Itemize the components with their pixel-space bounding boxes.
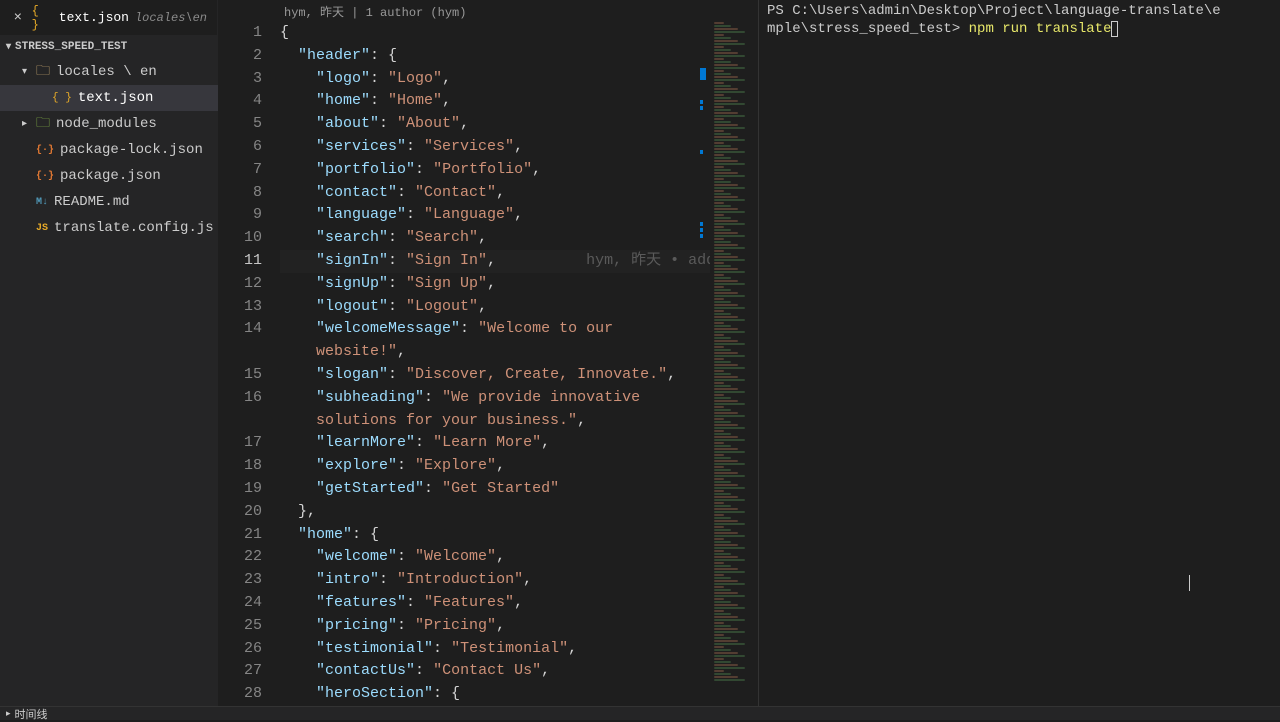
chevron-right-icon: ▸	[6, 709, 11, 719]
line-numbers: 1234567891011121314151617181920212223242…	[218, 22, 280, 706]
terminal[interactable]: PS C:\Users\admin\Desktop\Project\langua…	[758, 0, 1280, 706]
tab-filename: text.json	[59, 10, 129, 25]
project-header[interactable]: ▾ STRESS_SPEED_TEST	[0, 35, 218, 59]
text-caret	[1189, 575, 1190, 591]
editor[interactable]: hym, 昨天 | 1 author (hym) 123456789101112…	[218, 0, 758, 706]
json-icon: {·}	[36, 145, 54, 156]
folder-icon: 🗀	[36, 60, 50, 84]
markdown-icon: M↓	[36, 197, 48, 208]
tab-bar: × { } text.json locales\en	[0, 0, 218, 35]
json-icon: { }	[32, 4, 53, 32]
tree-item-text-json[interactable]: { }text.json	[0, 85, 218, 111]
minimap[interactable]	[710, 22, 758, 706]
tree-item-readme-md[interactable]: M↓README.md	[0, 189, 218, 215]
tree-item-package-json[interactable]: {·}package.json	[0, 163, 218, 189]
sidebar: × { } text.json locales\en ▾ STRESS_SPEE…	[0, 0, 218, 706]
json-icon: {·}	[36, 171, 54, 182]
file-tree: ▾🗀locales \ en{ }text.json▸🗀node_modules…	[0, 59, 218, 706]
terminal-line-2: mple\stress_speed_test> npm run translat…	[767, 20, 1272, 38]
bottom-panel-header[interactable]: ▸ 时间线	[0, 706, 1280, 720]
tab-path: locales\en	[135, 11, 207, 25]
tab-text-json[interactable]: × { } text.json locales\en	[0, 0, 218, 35]
tree-item-translate-config-js[interactable]: JStranslate.config.js	[0, 215, 218, 241]
code-content[interactable]: { "header": { "logo": "Logo", "home": "H…	[280, 22, 758, 706]
codelens[interactable]: hym, 昨天 | 1 author (hym)	[218, 0, 758, 22]
folder-icon: 🗀	[36, 112, 50, 136]
close-icon[interactable]: ×	[10, 10, 26, 26]
project-name: STRESS_SPEED_TEST	[15, 41, 127, 53]
tree-item-package-lock-json[interactable]: {·}package-lock.json	[0, 137, 218, 163]
bottom-panel-title: 时间线	[15, 706, 48, 722]
json-icon: { }	[52, 92, 72, 104]
terminal-cursor	[1111, 21, 1118, 37]
terminal-line-1: PS C:\Users\admin\Desktop\Project\langua…	[767, 2, 1272, 20]
js-icon: JS	[36, 223, 48, 234]
tree-item-node_modules[interactable]: ▸🗀node_modules	[0, 111, 218, 137]
tree-item-locales---en[interactable]: ▾🗀locales \ en	[0, 59, 218, 85]
chevron-down-icon: ▾	[6, 41, 11, 53]
